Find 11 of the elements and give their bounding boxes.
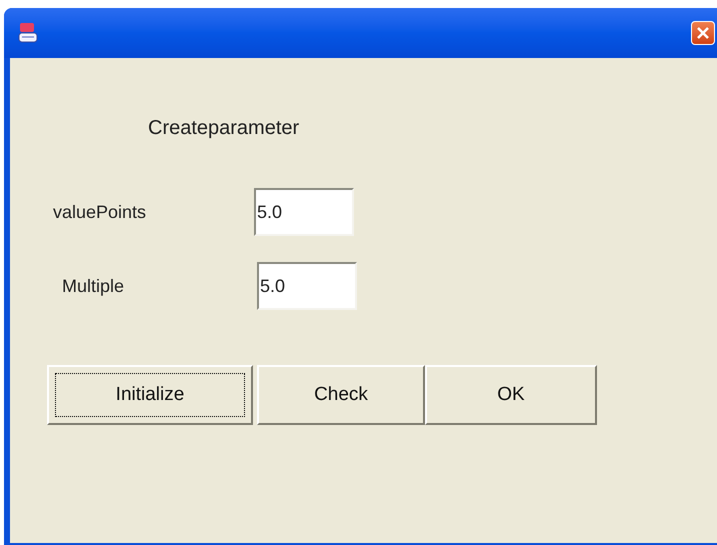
dialog-button[interactable]: Initialize — [47, 365, 253, 425]
input-field[interactable]: 5.0 — [257, 262, 357, 310]
app-icon — [17, 21, 39, 45]
dialog-heading: Createparameter — [148, 116, 300, 141]
field-label: Multiple — [62, 274, 126, 298]
close-button[interactable] — [691, 21, 715, 45]
close-icon — [696, 26, 710, 40]
input-field[interactable]: 5.0 — [254, 188, 354, 236]
dialog-button[interactable]: OK — [425, 365, 597, 425]
field-label: valuePoints — [53, 200, 148, 224]
dialog-button[interactable]: Check — [257, 365, 425, 425]
